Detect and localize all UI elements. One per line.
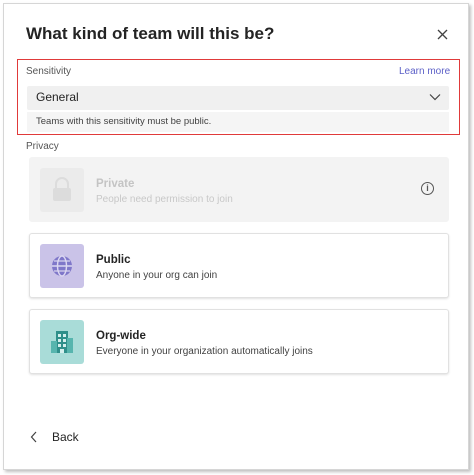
lock-icon xyxy=(53,177,71,201)
sensitivity-hint: Teams with this sensitivity must be publ… xyxy=(27,112,449,132)
sensitivity-selected-value: General xyxy=(36,90,79,104)
public-title: Public xyxy=(96,254,131,266)
sensitivity-label: Sensitivity xyxy=(26,66,72,77)
create-team-dialog: What kind of team will this be? Sensitiv… xyxy=(3,3,469,470)
close-icon xyxy=(437,29,447,39)
privacy-label: Privacy xyxy=(26,141,59,152)
globe-icon xyxy=(52,255,72,277)
back-button[interactable]: Back xyxy=(30,430,79,444)
privacy-option-public[interactable]: Public Anyone in your org can join xyxy=(29,233,449,298)
public-icon-box xyxy=(40,244,84,288)
org-wide-title: Org-wide xyxy=(96,330,146,342)
private-title: Private xyxy=(96,178,135,190)
info-icon[interactable]: i xyxy=(421,182,434,195)
sensitivity-dropdown[interactable]: General xyxy=(27,86,449,110)
learn-more-link[interactable]: Learn more xyxy=(399,66,450,77)
org-wide-icon-box xyxy=(40,320,84,364)
privacy-option-private: Private People need permission to join i xyxy=(29,157,449,222)
private-description: People need permission to join xyxy=(96,194,233,205)
back-label: Back xyxy=(52,430,79,444)
private-icon-box xyxy=(40,168,84,212)
org-wide-description: Everyone in your organization automatica… xyxy=(96,346,313,357)
sensitivity-hint-text: Teams with this sensitivity must be publ… xyxy=(36,116,212,127)
chevron-left-icon xyxy=(30,431,37,443)
privacy-option-org-wide[interactable]: Org-wide Everyone in your organization a… xyxy=(29,309,449,374)
chevron-down-icon xyxy=(429,94,441,101)
dialog-title: What kind of team will this be? xyxy=(26,24,275,43)
public-description: Anyone in your org can join xyxy=(96,270,218,281)
close-button[interactable] xyxy=(432,24,452,44)
building-icon xyxy=(51,331,73,353)
